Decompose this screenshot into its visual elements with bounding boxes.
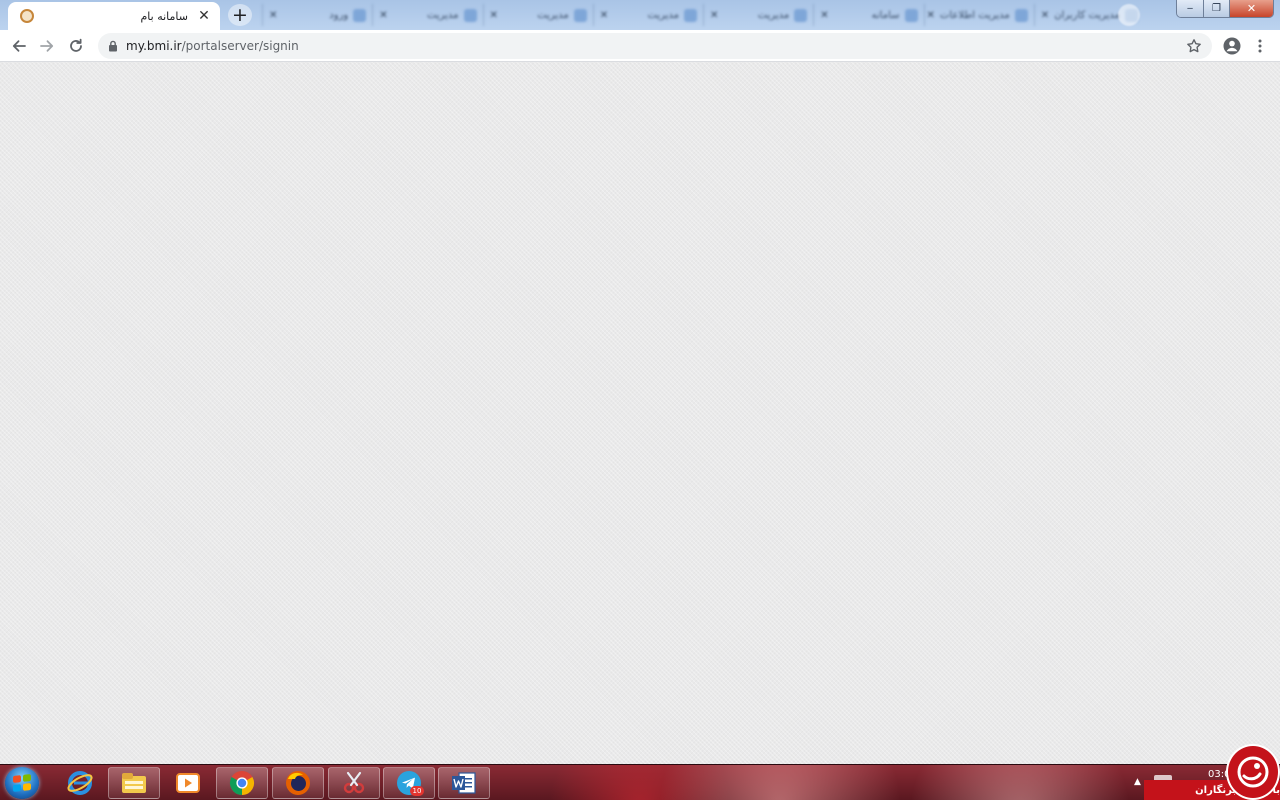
background-tab-label: مدیریت	[757, 9, 790, 21]
background-tab[interactable]: ورود ✕	[262, 4, 372, 26]
background-tab-label: سامانه	[871, 9, 900, 21]
maximize-button[interactable]: ❐	[1203, 0, 1229, 17]
chrome-icon	[229, 771, 255, 795]
profile-button[interactable]	[1220, 34, 1244, 58]
taskbar-app[interactable]: 10	[383, 767, 435, 799]
reload-button[interactable]	[64, 34, 88, 58]
tab-close-icon[interactable]: ✕	[927, 10, 935, 21]
media-player-icon	[176, 773, 200, 793]
taskbar-app[interactable]	[438, 767, 490, 799]
taskbar-app[interactable]	[328, 767, 380, 799]
tab-close-icon[interactable]: ✕	[820, 10, 828, 21]
tab-search-button[interactable]	[1118, 4, 1140, 26]
active-tab[interactable]: سامانه بام ✕	[8, 2, 220, 30]
account-icon	[1223, 37, 1241, 55]
internet-explorer-icon	[67, 771, 93, 795]
bookmark-star-icon[interactable]	[1186, 38, 1202, 54]
page-icon	[463, 8, 477, 22]
forward-button[interactable]	[35, 34, 59, 58]
bmi-logo-icon	[20, 9, 34, 23]
word-icon	[452, 772, 476, 794]
background-tab-label: مدیریت	[647, 9, 679, 21]
page-icon	[1014, 8, 1028, 22]
tab-close-button[interactable]: ✕	[196, 8, 212, 24]
browser-toolbar: my.bmi.ir/portalserver/signin	[0, 30, 1280, 62]
url-path: /portalserver/signin	[181, 39, 299, 53]
tab-close-icon[interactable]: ✕	[710, 10, 718, 21]
page-icon	[353, 8, 367, 22]
tab-close-icon[interactable]: ✕	[269, 10, 277, 21]
page-icon	[573, 8, 587, 22]
url-host: my.bmi.ir	[126, 39, 182, 53]
background-tab-label: مدیریت	[537, 9, 569, 21]
new-tab-button[interactable]: +	[228, 4, 252, 26]
active-tab-title: سامانه بام	[140, 9, 189, 23]
lock-icon[interactable]	[108, 40, 118, 52]
taskbar: 10 ▲ 03:0	[0, 764, 1280, 800]
background-tab[interactable]: مدیریت اطلاعات ✕	[923, 4, 1034, 26]
background-tab-label: مدیریت اطلاعات	[939, 9, 1010, 21]
close-window-button[interactable]: ✕	[1229, 0, 1273, 17]
taskbar-app[interactable]	[272, 767, 324, 799]
page-content	[0, 62, 1280, 764]
background-tabs: مدیریت کاربران ✕ مدیریت اطلاعات ✕ سامانه…	[262, 4, 1144, 26]
taskbar-app[interactable]	[54, 767, 106, 799]
window-controls: ‒ ❐ ✕	[1176, 0, 1274, 18]
page-icon	[904, 8, 918, 22]
page-icon	[684, 8, 697, 22]
more-vertical-icon	[1258, 39, 1262, 53]
snipping-tool-icon	[343, 771, 365, 794]
background-tab-label: ورود	[329, 9, 349, 21]
arrow-right-icon	[40, 40, 54, 52]
unread-badge: 10	[410, 786, 424, 796]
background-tab-label: مدیریت کاربران	[1054, 9, 1120, 21]
background-tab[interactable]: مدیریت ✕	[703, 4, 813, 26]
tab-close-icon[interactable]: ✕	[600, 10, 608, 21]
page-icon	[794, 8, 808, 22]
arrow-left-icon	[12, 40, 26, 52]
start-button[interactable]	[5, 767, 39, 799]
address-bar[interactable]: my.bmi.ir/portalserver/signin	[98, 33, 1212, 59]
windows-logo-icon	[13, 774, 31, 792]
tab-close-icon[interactable]: ✕	[1041, 10, 1049, 21]
background-tab-label: مدیریت	[426, 9, 459, 21]
tab-close-icon[interactable]: ✕	[379, 10, 387, 21]
menu-button[interactable]	[1248, 34, 1272, 58]
background-tab[interactable]: مدیریت ✕	[372, 4, 482, 26]
tab-strip: سامانه بام ✕ + مدیریت کاربران ✕ مدیریت ا…	[0, 0, 1280, 30]
background-tab[interactable]: مدیریت ✕	[592, 4, 703, 26]
taskbar-app[interactable]	[162, 767, 214, 799]
show-hidden-icons-arrow-icon[interactable]: ▲	[1134, 777, 1141, 787]
news-agency-logo-icon	[1226, 744, 1280, 800]
file-explorer-icon	[122, 773, 146, 793]
back-button[interactable]	[7, 34, 31, 58]
minimize-button[interactable]: ‒	[1177, 0, 1203, 17]
reload-icon	[70, 38, 82, 52]
tab-close-icon[interactable]: ✕	[490, 10, 498, 21]
url-text[interactable]: my.bmi.ir/portalserver/signin	[126, 39, 1186, 53]
background-tab[interactable]: مدیریت ✕	[482, 4, 593, 26]
taskbar-app[interactable]	[216, 767, 268, 799]
firefox-icon	[286, 771, 310, 795]
background-tab[interactable]: سامانه ✕	[813, 4, 923, 26]
taskbar-app[interactable]	[108, 767, 160, 799]
